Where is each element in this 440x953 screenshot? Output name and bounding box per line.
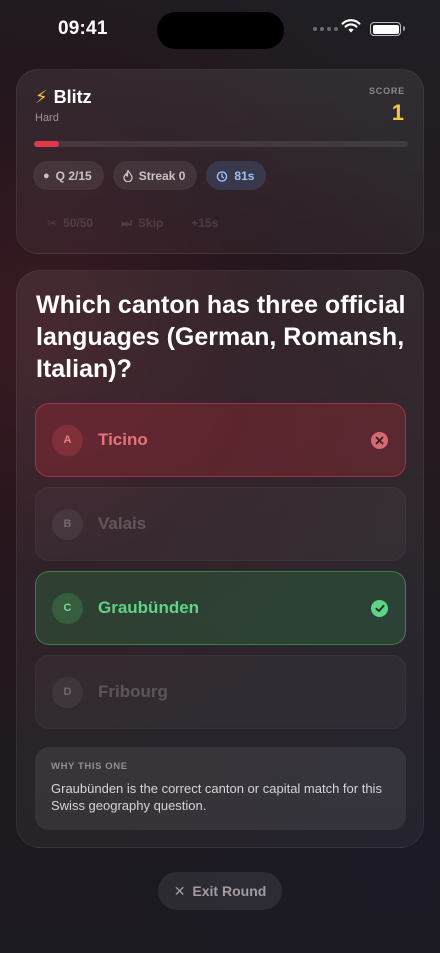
- answer-option-a[interactable]: A Ticino: [35, 403, 406, 477]
- close-icon: ✕: [173, 882, 186, 899]
- round-progress-bar: [34, 141, 408, 147]
- question-count-label: Q 2/15: [55, 168, 92, 183]
- question-count-chip: ● Q 2/15: [33, 161, 104, 190]
- game-header-card: ⚡ Blitz Hard SCORE 1 ● Q 2/15 Streak 0 8…: [16, 69, 424, 254]
- mode-title: ⚡ Blitz: [35, 87, 92, 108]
- score-value: 1: [391, 100, 404, 125]
- option-text: Valais: [98, 514, 147, 533]
- explanation-text: Graubünden is the correct canton or capi…: [51, 781, 382, 813]
- streak-label: Streak 0: [138, 168, 186, 183]
- option-letter: A: [52, 424, 83, 456]
- lifelines-row: ✂ 50/50 ⏭ Skip +15s: [35, 208, 232, 238]
- lightning-bolt-icon: ⚡: [35, 87, 48, 107]
- skip-button[interactable]: ⏭ Skip: [107, 208, 177, 238]
- timer-icon: [217, 170, 228, 182]
- answer-option-b[interactable]: B Valais: [35, 487, 406, 561]
- streak-chip: Streak 0: [112, 161, 198, 190]
- explanation-box: WHY THIS ONE Graubünden is the correct c…: [35, 747, 406, 830]
- round-progress-fill: [34, 141, 60, 147]
- question-card: Which canton has three official language…: [16, 270, 424, 848]
- exit-round-button[interactable]: ✕ Exit Round: [158, 872, 282, 910]
- option-letter: B: [52, 508, 83, 540]
- status-bar: 09:41: [0, 0, 440, 60]
- option-text: Fribourg: [98, 682, 168, 701]
- score-label: SCORE: [368, 86, 405, 96]
- answer-option-d[interactable]: D Fribourg: [35, 655, 406, 729]
- status-time: 09:41: [58, 18, 108, 39]
- difficulty-label: Hard: [35, 112, 59, 124]
- add-time-button[interactable]: +15s: [177, 208, 232, 238]
- mode-label: Blitz: [53, 87, 92, 107]
- timer-label: 81s: [234, 168, 255, 183]
- question-text: Which canton has three official language…: [36, 291, 406, 383]
- flame-icon: [123, 169, 133, 182]
- option-text: Graubünden: [98, 598, 200, 617]
- explanation-title: WHY THIS ONE: [51, 761, 128, 772]
- cellular-signal-icon: [313, 27, 338, 31]
- dynamic-island: [157, 12, 284, 49]
- wifi-icon: [341, 19, 361, 33]
- fifty-fifty-button[interactable]: ✂ 50/50: [35, 208, 107, 238]
- timer-chip: 81s: [206, 161, 267, 190]
- option-text: Ticino: [98, 430, 148, 449]
- question-circle-icon: ●: [43, 169, 50, 182]
- check-icon: [371, 600, 388, 617]
- skip-label: Skip: [137, 216, 164, 230]
- stat-chips: ● Q 2/15 Streak 0 81s: [33, 161, 267, 190]
- fifty-fifty-label: 50/50: [63, 216, 94, 230]
- scissors-icon: ✂: [47, 216, 58, 230]
- battery-icon: [370, 22, 405, 36]
- fast-forward-icon: ⏭: [121, 215, 132, 230]
- option-letter: D: [52, 676, 83, 708]
- wrong-x-icon: [371, 432, 388, 449]
- exit-round-label: Exit Round: [192, 883, 267, 899]
- add-time-label: +15s: [191, 216, 219, 230]
- option-letter: C: [52, 592, 83, 624]
- answer-option-c[interactable]: C Graubünden: [35, 571, 406, 645]
